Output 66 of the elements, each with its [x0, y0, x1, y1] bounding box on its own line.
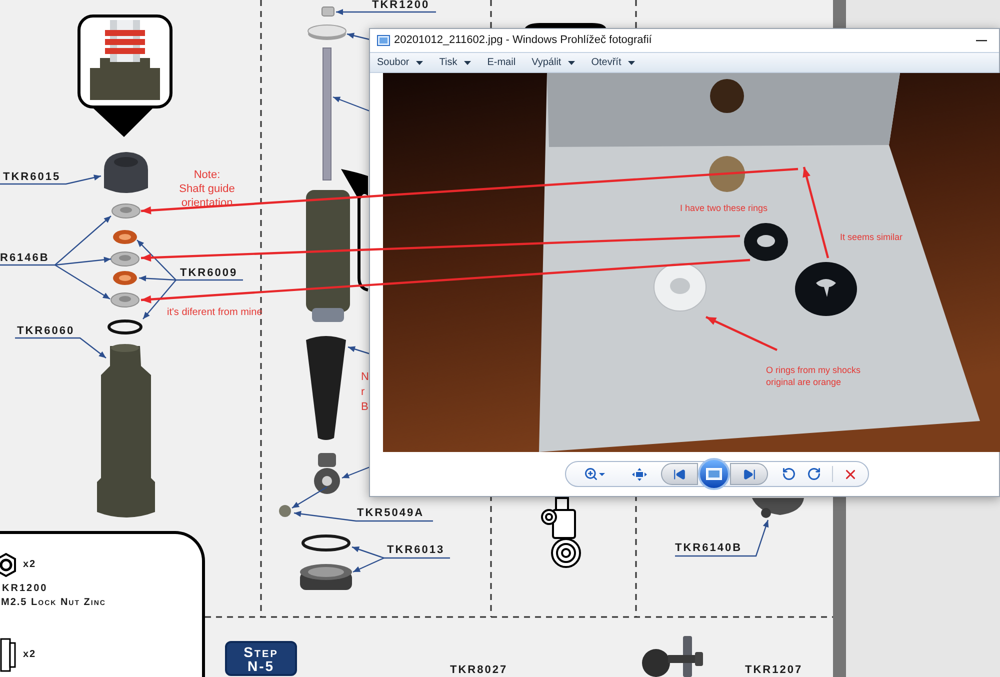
annotation-note: it's diferent from mine	[167, 307, 262, 319]
washer-part	[112, 204, 140, 218]
ball-part	[279, 505, 291, 517]
skip-back-icon	[673, 468, 686, 480]
part-number-label: TKR6140B	[675, 543, 742, 554]
next-button[interactable]	[730, 463, 768, 485]
step-badge: Step N-5	[225, 641, 297, 676]
menu-item[interactable]: Otevřít	[591, 56, 636, 68]
o-ring-part	[302, 534, 350, 552]
pointer-triangle	[93, 108, 153, 137]
part-number-label: KR1200	[1, 583, 49, 595]
rotate-right-icon	[807, 467, 821, 481]
menu-item[interactable]: E-mail	[487, 56, 516, 68]
o-ring-part	[108, 320, 142, 334]
menu-item[interactable]: Vypálit	[532, 56, 576, 68]
part-number-label: TKR1207	[745, 665, 803, 676]
cap-part	[300, 564, 352, 590]
caret-icon	[599, 472, 605, 476]
seal-ring	[795, 262, 857, 316]
annotation-note: I have two these rings	[680, 203, 768, 214]
part-number-label: TKR6009	[180, 268, 238, 279]
window-title: 20201012_211602.jpg - Windows Prohlížeč fotografií	[394, 34, 652, 47]
seal-ring	[654, 262, 706, 312]
minimize-icon[interactable]	[976, 40, 987, 42]
washer-part	[110, 252, 140, 266]
nut-part	[322, 6, 334, 16]
skip-forward-icon	[742, 468, 756, 480]
card-hole	[710, 79, 744, 113]
leader-line	[292, 486, 328, 509]
quantity-label: x2	[23, 559, 36, 571]
part-number-label: R6146B	[0, 253, 50, 264]
part-number-label: TKR8027	[450, 665, 508, 676]
quantity-label: x2	[23, 649, 36, 661]
rod-end-part	[314, 453, 340, 494]
menu-item[interactable]: Tisk	[439, 56, 472, 68]
part-number-label: TKR6013	[387, 545, 445, 556]
card-hole	[709, 156, 745, 192]
part-number-label: TKR6015	[3, 172, 61, 183]
rotate-right-button[interactable]	[806, 465, 822, 483]
zoom-button[interactable]	[584, 465, 606, 483]
zoom-in-icon	[584, 467, 598, 481]
annotation-note: It seems similar	[840, 232, 903, 243]
o-ring-part	[113, 271, 137, 285]
part-name-label: M2.5 Lock Nut Zinc	[0, 597, 107, 609]
rotate-left-button[interactable]	[781, 465, 797, 483]
o-ring-part	[113, 230, 137, 244]
washer-part	[110, 292, 140, 308]
menu-item[interactable]: Soubor	[377, 56, 424, 68]
fit-to-window-icon	[632, 468, 646, 480]
slideshow-button[interactable]	[698, 458, 730, 490]
rotate-left-icon	[782, 467, 796, 481]
previous-button[interactable]	[661, 463, 698, 485]
picture-icon	[706, 468, 722, 480]
annotation-note: N r B	[361, 370, 369, 415]
annotation-note: Note: Shaft guide orientation	[178, 168, 236, 210]
part-number-label: TKR1200	[372, 0, 430, 11]
annotation-note: O rings from my shocks original are orange	[766, 364, 861, 388]
photo-app-icon	[377, 35, 390, 46]
part-number-label: TKR6060	[17, 326, 75, 337]
part-number-label: TKR5049A	[357, 508, 424, 519]
seal-ring	[744, 223, 788, 261]
linkage-part	[642, 636, 703, 677]
piston-part	[308, 24, 346, 40]
mount-part	[752, 498, 804, 518]
cap-part	[104, 152, 148, 193]
annotation-arrow	[706, 316, 778, 351]
